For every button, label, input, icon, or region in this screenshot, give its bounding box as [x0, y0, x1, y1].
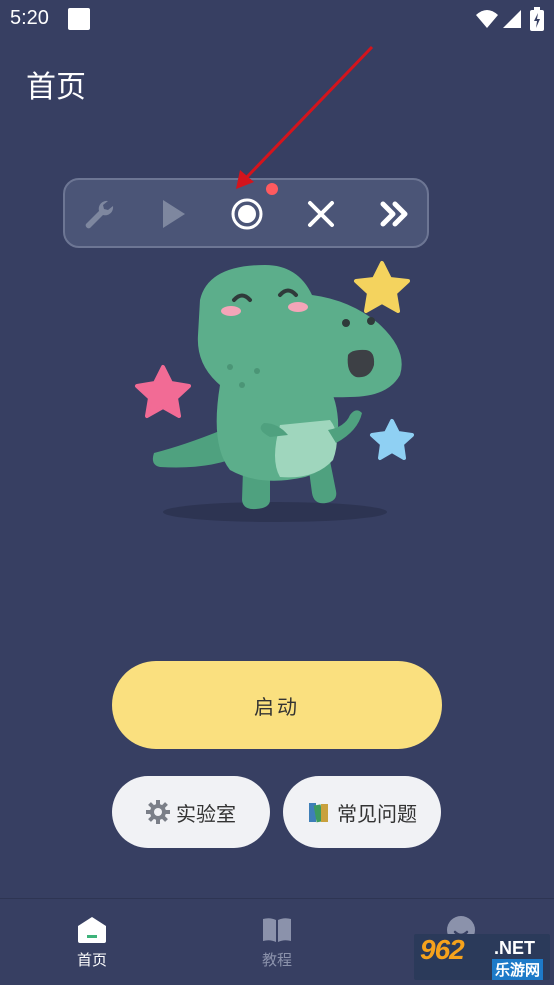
nav-item-home[interactable]: 首页: [42, 899, 142, 985]
lab-button-label: 实验室: [176, 801, 236, 826]
annotation-arrow: [236, 45, 374, 189]
watermark-suffix: .NET: [494, 938, 536, 958]
start-button[interactable]: 启动: [112, 661, 442, 749]
watermark-site-name: 乐游网: [492, 959, 544, 980]
lab-button[interactable]: 实验室: [112, 776, 270, 848]
nav-label-home: 首页: [76, 951, 107, 969]
dinosaur-illustration: [135, 261, 414, 522]
nav-label-tutorial: 教程: [261, 951, 292, 969]
gear-icon: [146, 800, 170, 824]
nav-item-tutorial[interactable]: 教程: [227, 899, 327, 985]
book-icon: [263, 918, 291, 942]
watermark-number: 962: [420, 934, 465, 965]
home-icon: [78, 917, 106, 943]
books-icon: [309, 803, 328, 823]
faq-button-label: 常见问题: [337, 801, 417, 826]
faq-button[interactable]: 常见问题: [283, 776, 441, 848]
site-watermark-logo: 962 .NET 乐游网: [414, 934, 550, 980]
start-button-label: 启动: [254, 694, 300, 719]
